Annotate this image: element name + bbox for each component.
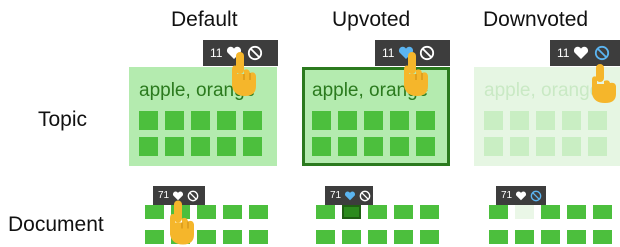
document-square: [593, 205, 612, 219]
heart-icon[interactable]: [515, 191, 527, 201]
vote-toolbar-document-upvoted: 71: [325, 186, 373, 205]
document-square: [145, 230, 164, 244]
document-square: [338, 137, 357, 156]
document-square: [416, 137, 435, 156]
document-square: [567, 230, 586, 244]
document-square-upvoted: [342, 205, 361, 219]
heart-icon[interactable]: [573, 46, 589, 60]
document-square: [416, 111, 435, 130]
document-square: [489, 205, 508, 219]
vote-count: 11: [382, 46, 395, 60]
document-grid: [145, 205, 268, 244]
document-square: [223, 205, 242, 219]
document-square: [510, 137, 529, 156]
pointing-hand-icon: [228, 50, 260, 98]
document-grid: [312, 111, 435, 156]
document-square: [249, 205, 268, 219]
document-square: [217, 137, 236, 156]
row-label-topic: Topic: [38, 108, 88, 131]
document-square: [515, 230, 534, 244]
document-square: [312, 111, 331, 130]
document-square: [484, 111, 503, 130]
document-square: [364, 137, 383, 156]
column-title-downvoted: Downvoted: [483, 8, 589, 31]
document-square: [390, 111, 409, 130]
column-title-default: Default: [171, 8, 238, 31]
document-square: [342, 230, 361, 244]
document-square: [390, 137, 409, 156]
document-square: [510, 111, 529, 130]
document-square: [588, 111, 607, 130]
document-square: [243, 111, 262, 130]
document-square: [145, 205, 164, 219]
document-square: [420, 230, 439, 244]
document-square: [420, 205, 439, 219]
vote-count: 71: [330, 190, 342, 201]
ban-icon[interactable]: [530, 190, 542, 202]
document-square: [316, 230, 335, 244]
document-square: [165, 137, 184, 156]
document-grid: [316, 205, 439, 244]
vote-count: 71: [501, 190, 513, 201]
document-square: [562, 137, 581, 156]
vote-count: 11: [210, 46, 223, 60]
document-square: [191, 111, 210, 130]
document-square: [165, 111, 184, 130]
vote-count: 11: [557, 46, 570, 60]
topic-keywords: apple, orange: [484, 80, 601, 101]
pointing-hand-icon: [588, 64, 620, 104]
document-square: [394, 205, 413, 219]
document-square: [567, 205, 586, 219]
document-square: [316, 205, 335, 219]
heart-icon[interactable]: [344, 191, 356, 201]
vote-toolbar-document-downvoted: 71: [496, 186, 546, 205]
document-square: [394, 230, 413, 244]
document-square: [588, 137, 607, 156]
document-square: [593, 230, 612, 244]
document-grid: [484, 111, 607, 156]
document-square: [536, 111, 555, 130]
document-square: [338, 111, 357, 130]
document-square: [217, 111, 236, 130]
document-square: [197, 230, 216, 244]
document-square: [541, 205, 560, 219]
document-square: [368, 230, 387, 244]
document-square: [484, 137, 503, 156]
ban-icon[interactable]: [594, 45, 610, 61]
pointing-hand-icon: [166, 198, 198, 247]
vote-toolbar-downvoted: 11: [550, 40, 620, 66]
document-grid: [139, 111, 262, 156]
pointing-hand-icon: [400, 50, 432, 98]
document-square: [139, 111, 158, 130]
document-square: [197, 205, 216, 219]
document-square: [368, 205, 387, 219]
document-square: [364, 111, 383, 130]
document-square: [489, 230, 508, 244]
document-square: [139, 137, 158, 156]
document-square: [249, 230, 268, 244]
document-square: [312, 137, 331, 156]
document-square: [243, 137, 262, 156]
document-square: [191, 137, 210, 156]
ban-icon[interactable]: [359, 190, 371, 202]
document-square: [536, 137, 555, 156]
document-square: [223, 230, 242, 244]
row-label-document: Document: [8, 213, 104, 236]
document-square: [541, 230, 560, 244]
document-grid: [489, 205, 612, 244]
document-square-downvoted: [515, 205, 534, 219]
document-square: [562, 111, 581, 130]
column-title-upvoted: Upvoted: [332, 8, 411, 31]
